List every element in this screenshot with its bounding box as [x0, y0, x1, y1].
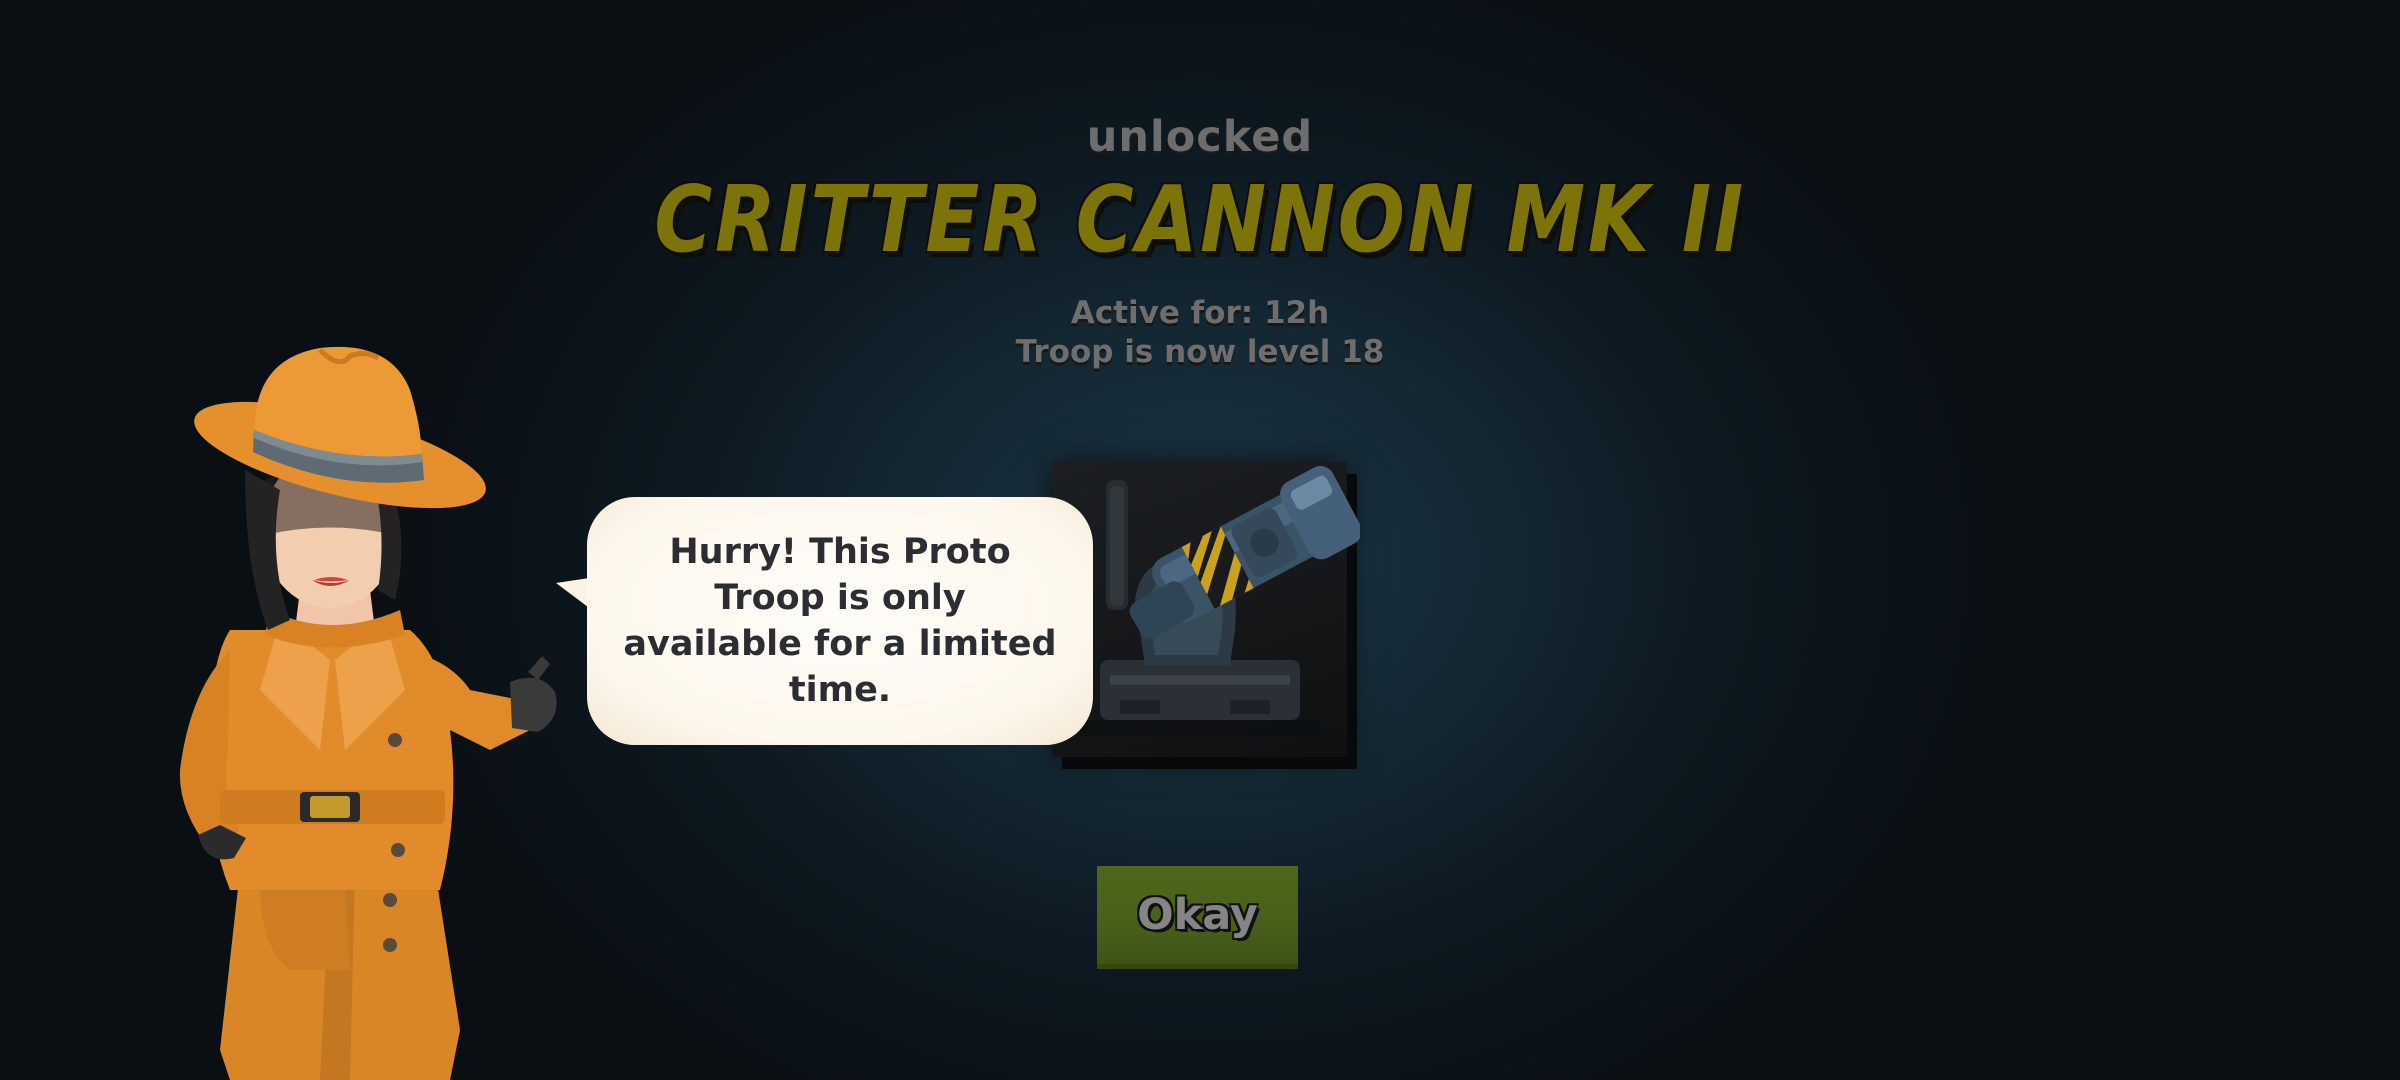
- troop-title: CRITTER CANNON MK II: [654, 166, 1746, 273]
- unlock-screen: unlocked CRITTER CANNON MK II Active for…: [0, 0, 2400, 1080]
- okay-button[interactable]: Okay: [1097, 866, 1298, 969]
- speech-bubble: Hurry! This Proto Troop is only availabl…: [587, 497, 1093, 745]
- okay-button-label: Okay: [1137, 890, 1258, 940]
- unlocked-label: unlocked: [1086, 112, 1314, 162]
- active-duration: Active for: 12h: [1070, 295, 1330, 331]
- detective-character: [179, 346, 557, 1080]
- speech-bubble-text: Hurry! This Proto Troop is only availabl…: [623, 532, 1057, 710]
